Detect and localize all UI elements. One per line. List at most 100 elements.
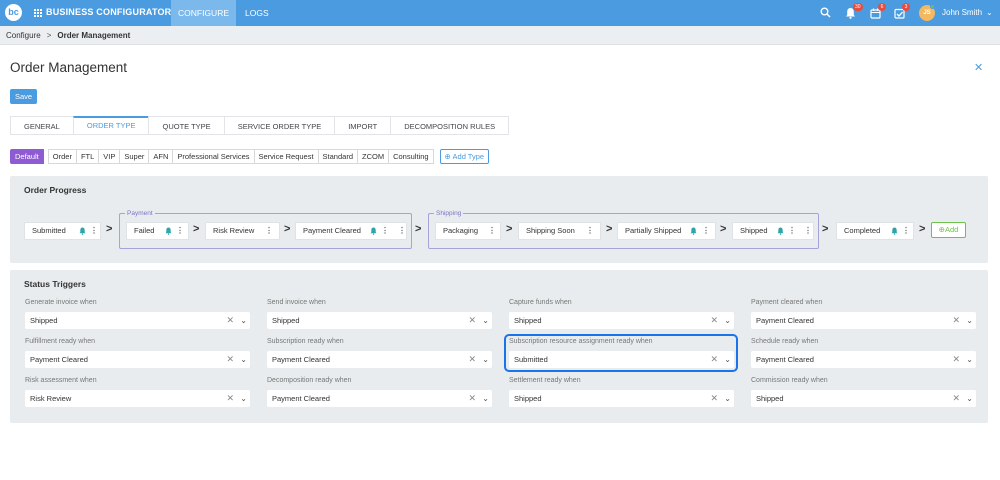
bell-icon[interactable]	[690, 227, 697, 235]
chevron-down-icon[interactable]: ⌄	[240, 390, 247, 407]
type-super[interactable]: Super	[120, 149, 150, 164]
chevron-down-icon[interactable]: ⌄	[240, 351, 247, 368]
search-icon[interactable]	[820, 7, 831, 18]
chevron-down-icon[interactable]: ⌄	[240, 312, 247, 329]
tab-decomposition-rules[interactable]: DECOMPOSITION RULES	[390, 116, 510, 135]
more-icon[interactable]: ⋮	[381, 223, 389, 239]
clear-icon[interactable]: ✕	[468, 390, 476, 407]
subscription-ready-select[interactable]: Payment Cleared ✕ ⌄	[267, 351, 492, 368]
type-default[interactable]: Default	[10, 149, 44, 164]
clear-icon[interactable]: ✕	[710, 390, 718, 407]
more-icon[interactable]: ⋮	[804, 223, 812, 239]
nav-tab-logs[interactable]: LOGS	[238, 0, 276, 26]
capture-funds-select[interactable]: Shipped ✕ ⌄	[509, 312, 734, 329]
clear-icon[interactable]: ✕	[952, 312, 960, 329]
tab-quote-type[interactable]: QUOTE TYPE	[148, 116, 224, 135]
chevron-down-icon[interactable]: ⌄	[966, 390, 973, 407]
chevron-down-icon[interactable]: ⌄	[724, 390, 731, 407]
type-standard[interactable]: Standard	[318, 149, 358, 164]
chevron-down-icon[interactable]: ⌄	[482, 390, 489, 407]
selected-value: Shipped	[272, 316, 300, 325]
stage-partially-shipped[interactable]: Partially Shipped ⋮	[617, 222, 716, 240]
stage-label: Completed	[844, 226, 881, 235]
more-icon[interactable]: ⋮	[702, 223, 710, 239]
payment-cleared-select[interactable]: Payment Cleared ✕ ⌄	[751, 312, 976, 329]
add-type-button[interactable]: ⊕ Add Type	[439, 149, 490, 164]
stage-packaging[interactable]: Packaging ⋮	[435, 222, 501, 240]
send-invoice-select[interactable]: Shipped ✕ ⌄	[267, 312, 492, 329]
chevron-down-icon[interactable]: ⌄	[724, 312, 731, 329]
tab-general[interactable]: GENERAL	[10, 116, 73, 135]
add-stage-button[interactable]: ⊕Add	[931, 222, 966, 238]
commission-ready-select[interactable]: Shipped ✕ ⌄	[751, 390, 976, 407]
clear-icon[interactable]: ✕	[710, 312, 718, 329]
stage-failed[interactable]: Failed ⋮	[126, 222, 189, 240]
type-afn[interactable]: AFN	[149, 149, 174, 164]
clear-icon[interactable]: ✕	[226, 351, 234, 368]
bell-icon[interactable]	[891, 227, 898, 235]
type-zcom[interactable]: ZCOM	[358, 149, 390, 164]
clear-icon[interactable]: ✕	[226, 312, 234, 329]
chevron-down-icon[interactable]: ⌄	[724, 351, 731, 368]
close-icon[interactable]: ✕	[974, 61, 983, 74]
bell-icon[interactable]	[777, 227, 784, 235]
bell-icon[interactable]	[370, 227, 377, 235]
clear-icon[interactable]: ✕	[226, 390, 234, 407]
stage-shipped[interactable]: Shipped ⋮ ⋮	[732, 222, 814, 240]
notifications-badge: 30	[853, 3, 863, 11]
nav-tab-configure[interactable]: CONFIGURE	[171, 0, 236, 26]
decomposition-ready-select[interactable]: Payment Cleared ✕ ⌄	[267, 390, 492, 407]
more-icon[interactable]: ⋮	[265, 223, 273, 239]
trigger-label: Decomposition ready when	[267, 377, 352, 384]
bell-icon[interactable]	[165, 227, 172, 235]
settlement-ready-select[interactable]: Shipped ✕ ⌄	[509, 390, 734, 407]
chevron-down-icon[interactable]: ⌄	[966, 312, 973, 329]
clear-icon[interactable]: ✕	[710, 351, 718, 368]
app-logo[interactable]: bc	[5, 4, 22, 21]
more-icon[interactable]: ⋮	[902, 223, 910, 239]
stage-completed[interactable]: Completed ⋮	[836, 222, 914, 240]
clear-icon[interactable]: ✕	[468, 312, 476, 329]
tab-import[interactable]: IMPORT	[334, 116, 391, 135]
calendar-button[interactable]: 6	[870, 3, 886, 20]
chevron-down-icon[interactable]: ⌄	[482, 351, 489, 368]
tab-order-type[interactable]: ORDER TYPE	[72, 116, 149, 135]
notifications-button[interactable]: 30	[845, 3, 863, 20]
type-service-request[interactable]: Service Request	[254, 149, 319, 164]
type-vip[interactable]: VIP	[99, 149, 121, 164]
bell-icon[interactable]	[79, 227, 86, 235]
fulfillment-ready-select[interactable]: Payment Cleared ✕ ⌄	[25, 351, 250, 368]
schedule-ready-select[interactable]: Payment Cleared ✕ ⌄	[751, 351, 976, 368]
tab-service-order-type[interactable]: SERVICE ORDER TYPE	[223, 116, 335, 135]
clear-icon[interactable]: ✕	[952, 390, 960, 407]
subscription-resource-assignment-select[interactable]: Submitted ✕ ⌄	[509, 351, 734, 368]
page-title: Order Management	[10, 60, 128, 75]
more-icon[interactable]: ⋮	[90, 223, 98, 239]
type-professional-services[interactable]: Professional Services	[173, 149, 255, 164]
type-order[interactable]: Order	[47, 149, 77, 164]
apps-grid-icon[interactable]	[34, 9, 42, 17]
tasks-button[interactable]: 3	[894, 3, 910, 20]
breadcrumb-root[interactable]: Configure	[6, 31, 41, 40]
type-ftl[interactable]: FTL	[76, 149, 100, 164]
more-icon[interactable]: ⋮	[788, 223, 796, 239]
chevron-down-icon[interactable]: ⌄	[966, 351, 973, 368]
stage-payment-cleared[interactable]: Payment Cleared ⋮ ⋮	[295, 222, 407, 240]
risk-assessment-select[interactable]: Risk Review ✕ ⌄	[25, 390, 250, 407]
more-icon[interactable]: ⋮	[586, 223, 594, 239]
more-icon[interactable]: ⋮	[488, 223, 496, 239]
more-icon[interactable]: ⋮	[176, 223, 184, 239]
user-name[interactable]: John Smith	[942, 8, 982, 17]
trigger-label: Settlement ready when	[509, 377, 581, 384]
more-icon[interactable]: ⋮	[398, 223, 406, 239]
chevron-down-icon[interactable]: ⌄	[986, 8, 993, 17]
clear-icon[interactable]: ✕	[468, 351, 476, 368]
stage-submitted[interactable]: Submitted ⋮	[24, 222, 101, 240]
save-button[interactable]: Save	[10, 89, 37, 104]
stage-shipping-soon[interactable]: Shipping Soon ⋮	[518, 222, 601, 240]
type-consulting[interactable]: Consulting	[389, 149, 434, 164]
clear-icon[interactable]: ✕	[952, 351, 960, 368]
generate-invoice-select[interactable]: Shipped ✕ ⌄	[25, 312, 250, 329]
chevron-down-icon[interactable]: ⌄	[482, 312, 489, 329]
stage-risk-review[interactable]: Risk Review ⋮	[205, 222, 280, 240]
